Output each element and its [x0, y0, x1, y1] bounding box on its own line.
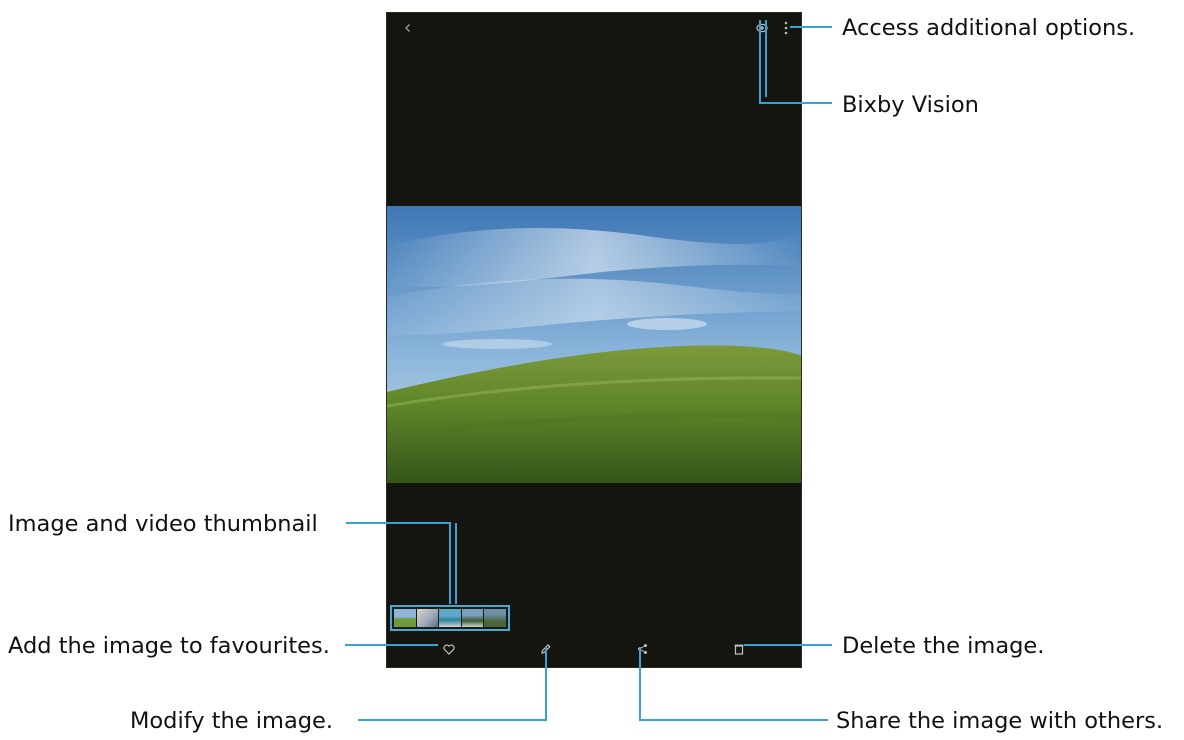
thumbnail[interactable]: [394, 609, 416, 627]
share-label: Share the image with others.: [836, 708, 1164, 734]
top-bar: [387, 13, 801, 43]
image-video-thumbnail-strip[interactable]: [390, 605, 510, 631]
thumbnail[interactable]: [484, 609, 506, 627]
bottom-action-bar: [387, 638, 801, 662]
heart-icon[interactable]: [441, 641, 457, 657]
landscape-photo[interactable]: [387, 206, 801, 483]
gallery-screen: [386, 12, 802, 668]
more-options-icon[interactable]: [780, 19, 792, 37]
pencil-icon[interactable]: [538, 641, 552, 657]
trash-icon[interactable]: [733, 641, 745, 657]
delete-label: Delete the image.: [842, 633, 1045, 659]
access-options-label: Access additional options.: [842, 15, 1136, 41]
thumbnail[interactable]: [439, 609, 461, 627]
modify-label: Modify the image.: [130, 708, 334, 734]
gallery-illustration: Access additional options. Bixby Vision …: [0, 0, 1184, 740]
bixby-vision-label: Bixby Vision: [842, 92, 979, 118]
favourites-label: Add the image to favourites.: [8, 633, 330, 659]
back-arrow-icon[interactable]: [399, 19, 417, 37]
share-icon[interactable]: [635, 641, 649, 657]
thumbnail-label: Image and video thumbnail: [8, 511, 318, 537]
thumbnail[interactable]: [416, 609, 439, 627]
bixby-vision-icon[interactable]: [755, 21, 769, 35]
thumbnail[interactable]: [461, 609, 484, 627]
